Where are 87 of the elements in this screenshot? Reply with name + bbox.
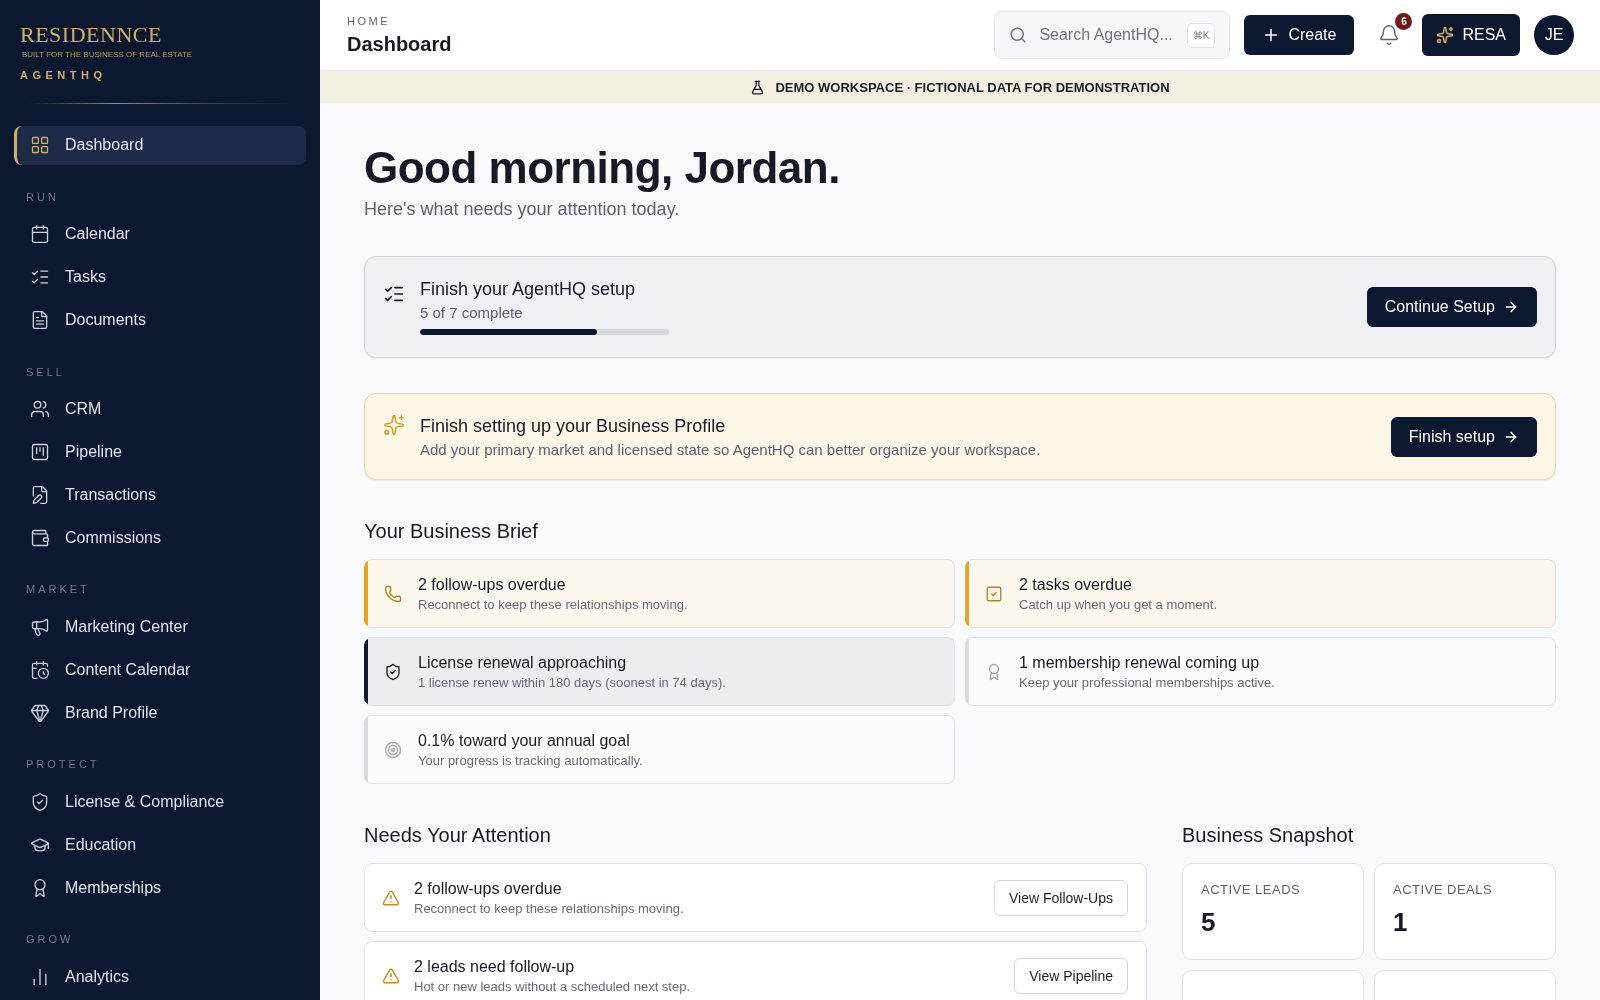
view-button[interactable]: View Pipeline bbox=[1014, 957, 1128, 994]
nav-section-title: RUN bbox=[25, 189, 60, 205]
sparkle-icon bbox=[383, 414, 405, 436]
create-button[interactable]: Create bbox=[1244, 15, 1355, 55]
nav-item[interactable]: Calendar bbox=[14, 214, 306, 254]
wallet-icon bbox=[30, 528, 50, 548]
arrow-right-icon bbox=[1503, 299, 1519, 315]
target-icon bbox=[384, 740, 402, 759]
brief-title: License renewal approaching bbox=[418, 653, 627, 672]
breadcrumb: HOME bbox=[347, 14, 390, 27]
nav-section-title: PROTECT bbox=[25, 757, 101, 773]
nav-item[interactable]: Documents bbox=[14, 300, 306, 340]
brief-text: Catch up when you get a moment. bbox=[1019, 596, 1217, 612]
users-icon bbox=[30, 399, 50, 420]
nav-item[interactable]: License & Compliance bbox=[14, 782, 306, 822]
nav-item[interactable]: Education bbox=[14, 825, 306, 865]
nav-item[interactable]: Tasks bbox=[14, 257, 306, 297]
shield-check-icon bbox=[30, 791, 50, 812]
brief-text: 1 license renew within 180 days (soonest in 74 days). bbox=[418, 674, 726, 690]
nav-item[interactable]: Marketing Center bbox=[14, 607, 306, 647]
stat-value: 5 bbox=[1201, 907, 1216, 938]
nav-item[interactable]: Memberships bbox=[14, 868, 306, 908]
section-title: Needs Your Attention bbox=[364, 824, 551, 847]
nav-item[interactable]: CRM bbox=[14, 389, 306, 429]
nav-item[interactable]: Analytics bbox=[14, 957, 306, 997]
search-field[interactable]: Search AgentHQ... ⌘K bbox=[994, 11, 1231, 59]
nav-item[interactable]: Pipeline bbox=[14, 432, 306, 472]
attention-text: Hot or new leads without a scheduled next step. bbox=[414, 978, 691, 994]
nav-item[interactable]: Content Calendar bbox=[14, 650, 306, 690]
brief-text: Keep your professional memberships active. bbox=[1019, 674, 1275, 690]
shield-check-icon bbox=[384, 662, 402, 681]
board-icon bbox=[30, 442, 50, 463]
document-icon bbox=[30, 310, 50, 331]
nav-section-title: MARKET bbox=[25, 582, 91, 598]
gem-icon bbox=[30, 702, 50, 723]
stat-label: ACTIVE LEADS bbox=[1201, 882, 1301, 897]
continue-setup-button[interactable]: Continue Setup bbox=[1366, 287, 1537, 327]
shortcut-hint: ⌘K bbox=[1186, 22, 1216, 48]
calendar-icon bbox=[30, 224, 50, 245]
stat-label: ACTIVE DEALS bbox=[1393, 882, 1493, 897]
brief-title: 1 membership renewal coming up bbox=[1019, 653, 1260, 672]
card-title: Finish setting up your Business Profile bbox=[420, 415, 726, 437]
banner-text: DEMO WORKSPACE · FICTIONAL DATA FOR DEMONSTRATION bbox=[775, 79, 1170, 95]
finish-setup-button[interactable]: Finish setup bbox=[1390, 416, 1537, 457]
megaphone-icon bbox=[30, 616, 50, 637]
warning-icon bbox=[382, 888, 400, 907]
attention-title: 2 follow-ups overdue bbox=[414, 879, 562, 898]
brief-text: Reconnect to keep these relationships moving. bbox=[418, 596, 688, 612]
warning-icon bbox=[382, 966, 400, 985]
brief-text: Your progress is tracking automatically. bbox=[418, 752, 643, 768]
product-name: AGENTHQ bbox=[20, 69, 107, 81]
checkbox-icon bbox=[985, 584, 1003, 603]
nav-item[interactable]: Dashboard bbox=[14, 125, 306, 165]
logo-tagline: BUILT FOR THE BUSINESS OF REAL ESTATE bbox=[22, 50, 193, 59]
attention-title: 2 leads need follow-up bbox=[414, 957, 575, 976]
sparkle-icon bbox=[1436, 26, 1455, 44]
calendar-clock-icon bbox=[30, 659, 50, 680]
stat-value: 1 bbox=[1393, 907, 1408, 938]
phone-icon bbox=[384, 584, 402, 603]
search-icon bbox=[1009, 26, 1028, 44]
section-title: Your Business Brief bbox=[364, 520, 538, 543]
nav-item[interactable]: Commissions bbox=[14, 518, 306, 558]
assistant-button[interactable]: RESA bbox=[1422, 14, 1520, 56]
nav-section-title: SELL bbox=[25, 364, 66, 380]
nav-item[interactable]: Transactions bbox=[14, 475, 306, 515]
view-button[interactable]: View Follow-Ups bbox=[994, 879, 1128, 916]
brief-title: 2 follow-ups overdue bbox=[418, 575, 566, 594]
brief-title: 2 tasks overdue bbox=[1019, 575, 1132, 594]
notification-badge: 6 bbox=[1395, 13, 1413, 30]
attention-text: Reconnect to keep these relationships moving. bbox=[414, 900, 684, 916]
bell-icon[interactable] bbox=[1378, 24, 1401, 46]
progress-text: 5 of 7 complete bbox=[420, 304, 523, 321]
nav-section-title: GROW bbox=[25, 932, 75, 948]
page-title: Dashboard bbox=[347, 32, 452, 56]
logo-wordmark: RESIDENNCE bbox=[20, 22, 162, 48]
greeting-subtitle: Here's what needs your attention today. bbox=[364, 199, 680, 220]
brief-title: 0.1% toward your annual goal bbox=[418, 731, 630, 750]
card-text: Add your primary market and licensed state so AgentHQ can better organize your workspace. bbox=[420, 440, 1041, 458]
search-input[interactable]: Search AgentHQ... bbox=[1037, 25, 1177, 45]
greeting-title: Good morning, Jordan. bbox=[364, 143, 840, 193]
section-title: Business Snapshot bbox=[1182, 824, 1354, 847]
card-title: Finish your AgentHQ setup bbox=[420, 279, 636, 300]
flask-icon bbox=[750, 79, 766, 95]
file-edit-icon bbox=[30, 485, 50, 506]
grid-icon bbox=[30, 135, 50, 156]
nav-item[interactable]: Brand Profile bbox=[14, 693, 306, 733]
user-avatar[interactable]: JE bbox=[1534, 15, 1574, 55]
